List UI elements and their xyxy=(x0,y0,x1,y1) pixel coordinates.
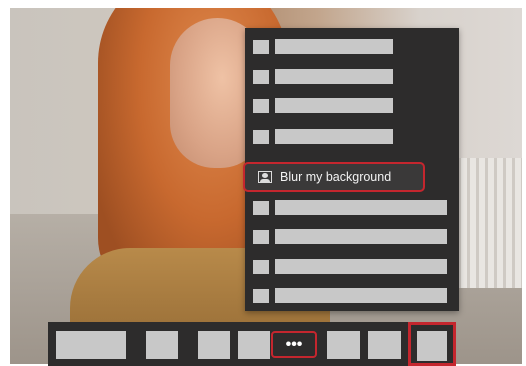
menu-item-icon xyxy=(253,129,269,144)
hang-up-icon xyxy=(417,331,447,361)
menu-item-label-placeholder xyxy=(275,288,447,303)
call-control-placeholder-2[interactable] xyxy=(146,331,178,359)
blur-background-icon xyxy=(258,171,272,183)
menu-item-icon xyxy=(253,288,269,303)
more-actions-button[interactable]: ••• xyxy=(271,331,317,358)
hang-up-button[interactable] xyxy=(408,322,456,366)
menu-item-icon xyxy=(253,69,269,84)
menu-item-label-placeholder xyxy=(275,259,447,274)
call-control-placeholder-6[interactable] xyxy=(368,331,401,359)
call-control-bar xyxy=(48,322,456,366)
menu-item-placeholder-5[interactable] xyxy=(253,198,447,217)
call-control-placeholder-4[interactable] xyxy=(238,331,270,359)
menu-item-placeholder-3[interactable] xyxy=(253,96,393,115)
menu-item-placeholder-8[interactable] xyxy=(253,286,447,305)
menu-item-placeholder-2[interactable] xyxy=(253,67,393,86)
menu-item-label-placeholder xyxy=(275,129,393,144)
menu-item-label-placeholder xyxy=(275,98,393,113)
call-control-placeholder-1[interactable] xyxy=(56,331,126,359)
blur-background-label: Blur my background xyxy=(280,170,392,184)
menu-item-icon xyxy=(253,259,269,274)
menu-item-label-placeholder xyxy=(275,200,447,215)
blur-background-menu-item[interactable]: Blur my background xyxy=(243,162,425,192)
menu-item-label-placeholder xyxy=(275,39,393,54)
menu-item-icon xyxy=(253,98,269,113)
menu-item-placeholder-1[interactable] xyxy=(253,37,393,56)
call-control-placeholder-5[interactable] xyxy=(327,331,360,359)
menu-item-placeholder-4[interactable] xyxy=(253,127,393,146)
menu-item-icon xyxy=(253,39,269,54)
background-shelf xyxy=(452,158,522,288)
menu-item-placeholder-7[interactable] xyxy=(253,257,447,276)
menu-item-label-placeholder xyxy=(275,229,447,244)
menu-item-placeholder-6[interactable] xyxy=(253,227,447,246)
menu-item-icon xyxy=(253,229,269,244)
menu-item-label-placeholder xyxy=(275,69,393,84)
menu-item-icon xyxy=(253,200,269,215)
call-control-placeholder-3[interactable] xyxy=(198,331,230,359)
